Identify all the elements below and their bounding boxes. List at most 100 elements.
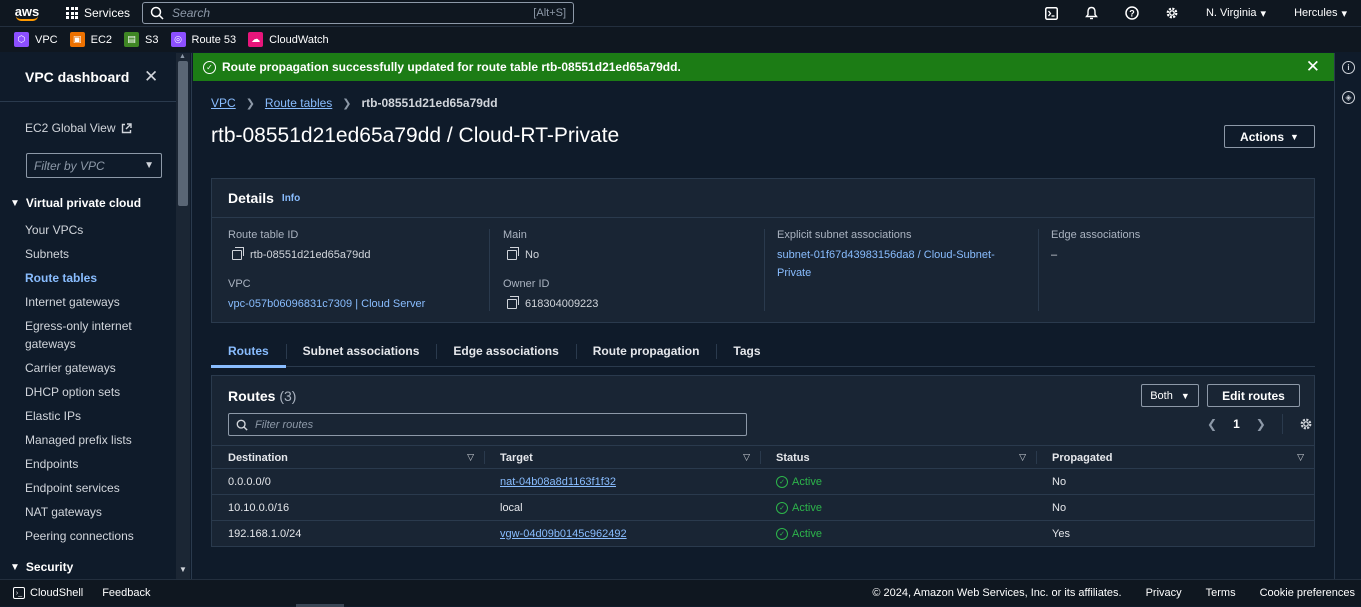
actions-label: Actions: [1240, 129, 1285, 144]
routes-table-header: Destination ▽ Target ▽ Status ▽ Propagat…: [212, 445, 1314, 469]
explicit-subnet-line-1: subnet-01f67d43983156da8 / Cloud-Subnet-: [777, 249, 995, 261]
aws-logo[interactable]: aws: [0, 0, 54, 26]
copy-icon[interactable]: [232, 247, 244, 260]
column-divider: [489, 229, 490, 311]
help-icon[interactable]: ?: [1112, 0, 1152, 26]
explicit-subnet-association-link[interactable]: subnet-01f67d43983156da8 / Cloud-Subnet-…: [777, 246, 1037, 282]
cloudshell-button[interactable]: ›_ CloudShell: [13, 587, 83, 599]
details-column-3: Explicit subnet associations subnet-01f6…: [777, 229, 1037, 282]
main-value: No: [503, 246, 763, 264]
favorite-vpc[interactable]: ⬡ VPC: [14, 32, 58, 47]
sidebar-nav-list: Your VPCs Subnets Route tables Internet …: [25, 221, 165, 551]
vpc-link[interactable]: vpc-057b06096831c7309 | Cloud Server: [228, 295, 488, 313]
target-link[interactable]: vgw-04d09b0145c962492: [484, 521, 760, 546]
sidebar-item-your-vpcs[interactable]: Your VPCs: [25, 221, 165, 239]
privacy-link[interactable]: Privacy: [1146, 587, 1182, 599]
column-header-propagated[interactable]: Propagated ▽: [1036, 446, 1314, 469]
cookie-preferences-link[interactable]: Cookie preferences: [1260, 587, 1355, 599]
column-header-destination[interactable]: Destination ▽: [212, 446, 484, 469]
tab-subnet-associations[interactable]: Subnet associations: [285, 336, 437, 367]
sidebar-item-elastic-ips[interactable]: Elastic IPs: [25, 407, 165, 425]
info-link[interactable]: Info: [282, 193, 300, 204]
sidebar-scrollbar[interactable]: ▲ ▼: [176, 53, 190, 579]
routes-count: (3): [279, 388, 297, 404]
target-link[interactable]: nat-04b08a8d1163f1f32: [484, 469, 760, 494]
close-icon[interactable]: ✕: [144, 67, 158, 87]
favorite-ec2[interactable]: ▣ EC2: [69, 32, 112, 47]
caret-down-icon: ▾: [1341, 7, 1347, 20]
tutorials-icon[interactable]: ◈: [1342, 91, 1355, 104]
settings-gear-icon[interactable]: [1299, 417, 1313, 431]
chevron-right-icon[interactable]: ❯: [1256, 417, 1266, 431]
search-input[interactable]: Search [Alt+S]: [142, 2, 575, 24]
search-icon: [236, 419, 248, 431]
copy-icon[interactable]: [507, 247, 519, 260]
sidebar-item-egress-only-internet-gateways[interactable]: Egress-only internet gateways: [25, 317, 165, 353]
column-header-target[interactable]: Target ▽: [484, 446, 760, 469]
cloudshell-icon[interactable]: [1032, 0, 1072, 26]
scroll-down-icon[interactable]: ▼: [179, 565, 187, 574]
sidebar-item-internet-gateways[interactable]: Internet gateways: [25, 293, 165, 311]
sidebar-item-endpoints[interactable]: Endpoints: [25, 455, 165, 473]
favorite-route53[interactable]: ◎ Route 53: [170, 32, 236, 47]
sidebar-item-nat-gateways[interactable]: NAT gateways: [25, 503, 165, 521]
sidebar-section-security[interactable]: ▼ Security: [10, 560, 73, 574]
edit-routes-button[interactable]: Edit routes: [1207, 384, 1300, 407]
destination-cell: 0.0.0.0/0: [228, 475, 271, 488]
favorite-s3[interactable]: ▤ S3: [124, 32, 159, 47]
propagated-cell: No: [1052, 475, 1067, 488]
status-text: Active: [792, 475, 822, 488]
route53-service-icon: ◎: [170, 32, 186, 47]
filter-by-vpc-select[interactable]: Filter by VPC ▼: [26, 153, 162, 178]
feedback-link[interactable]: Feedback: [102, 587, 150, 599]
close-icon[interactable]: ✕: [1306, 57, 1320, 77]
settings-gear-icon[interactable]: [1152, 0, 1192, 26]
routes-table-body: 0.0.0.0/0 nat-04b08a8d1163f1f32 ✓ Active …: [212, 469, 1314, 547]
breadcrumb-vpc[interactable]: VPC: [211, 96, 236, 110]
scroll-up-icon[interactable]: ▲: [179, 53, 186, 60]
sidebar-title[interactable]: VPC dashboard: [25, 69, 129, 85]
tab-tags[interactable]: Tags: [716, 336, 777, 367]
routes-title: Routes (3): [228, 388, 296, 404]
filter-by-vpc-placeholder: Filter by VPC: [34, 158, 105, 173]
both-filter-select[interactable]: Both ▼: [1141, 384, 1199, 407]
favorite-cloudwatch[interactable]: ☁ CloudWatch: [248, 32, 329, 47]
column-divider: [764, 229, 765, 311]
tab-routes[interactable]: Routes: [211, 336, 286, 368]
sidebar-item-endpoint-services[interactable]: Endpoint services: [25, 479, 165, 497]
copy-icon[interactable]: [507, 296, 519, 309]
sidebar-section-virtual-private-cloud[interactable]: ▼ Virtual private cloud: [10, 196, 141, 210]
ec2-global-view-link[interactable]: EC2 Global View: [25, 121, 132, 135]
region-selector[interactable]: N. Virginia ▾: [1192, 7, 1280, 20]
scrollbar-thumb[interactable]: [178, 61, 188, 206]
column-divider: [1038, 229, 1039, 311]
column-header-status[interactable]: Status ▽: [760, 446, 1036, 469]
sidebar-item-dhcp-option-sets[interactable]: DHCP option sets: [25, 383, 165, 401]
edge-associations-label: Edge associations: [1051, 229, 1141, 241]
actions-button[interactable]: Actions ▼: [1224, 125, 1315, 148]
sidebar-item-managed-prefix-lists[interactable]: Managed prefix lists: [25, 431, 165, 449]
terms-link[interactable]: Terms: [1206, 587, 1236, 599]
account-menu[interactable]: Hercules ▾: [1280, 7, 1361, 20]
page-number[interactable]: 1: [1233, 417, 1240, 431]
cloudshell-icon: ›_: [13, 587, 25, 599]
search-shortcut: [Alt+S]: [533, 7, 567, 19]
table-row: 10.10.0.0/16 local ✓ Active No: [212, 495, 1314, 521]
sidebar-item-peering-connections[interactable]: Peering connections: [25, 527, 165, 545]
caret-down-icon: ▼: [1180, 390, 1190, 401]
breadcrumb-route-tables[interactable]: Route tables: [265, 96, 332, 110]
sidebar-item-subnets[interactable]: Subnets: [25, 245, 165, 263]
services-menu-button[interactable]: Services: [66, 6, 130, 20]
services-label: Services: [84, 6, 131, 20]
filter-routes-input[interactable]: Filter routes: [228, 413, 747, 436]
sidebar-item-carrier-gateways[interactable]: Carrier gateways: [25, 359, 165, 377]
notifications-bell-icon[interactable]: [1072, 0, 1112, 26]
info-icon[interactable]: i: [1342, 61, 1355, 74]
section-label: Security: [25, 560, 74, 574]
explicit-subnet-associations-label: Explicit subnet associations: [777, 229, 912, 241]
sidebar-item-route-tables[interactable]: Route tables: [25, 269, 165, 287]
chevron-left-icon[interactable]: ❮: [1207, 417, 1217, 431]
tab-edge-associations[interactable]: Edge associations: [436, 336, 575, 367]
tab-bar: Routes Subnet associations Edge associat…: [211, 336, 1315, 368]
tab-route-propagation[interactable]: Route propagation: [575, 336, 717, 367]
